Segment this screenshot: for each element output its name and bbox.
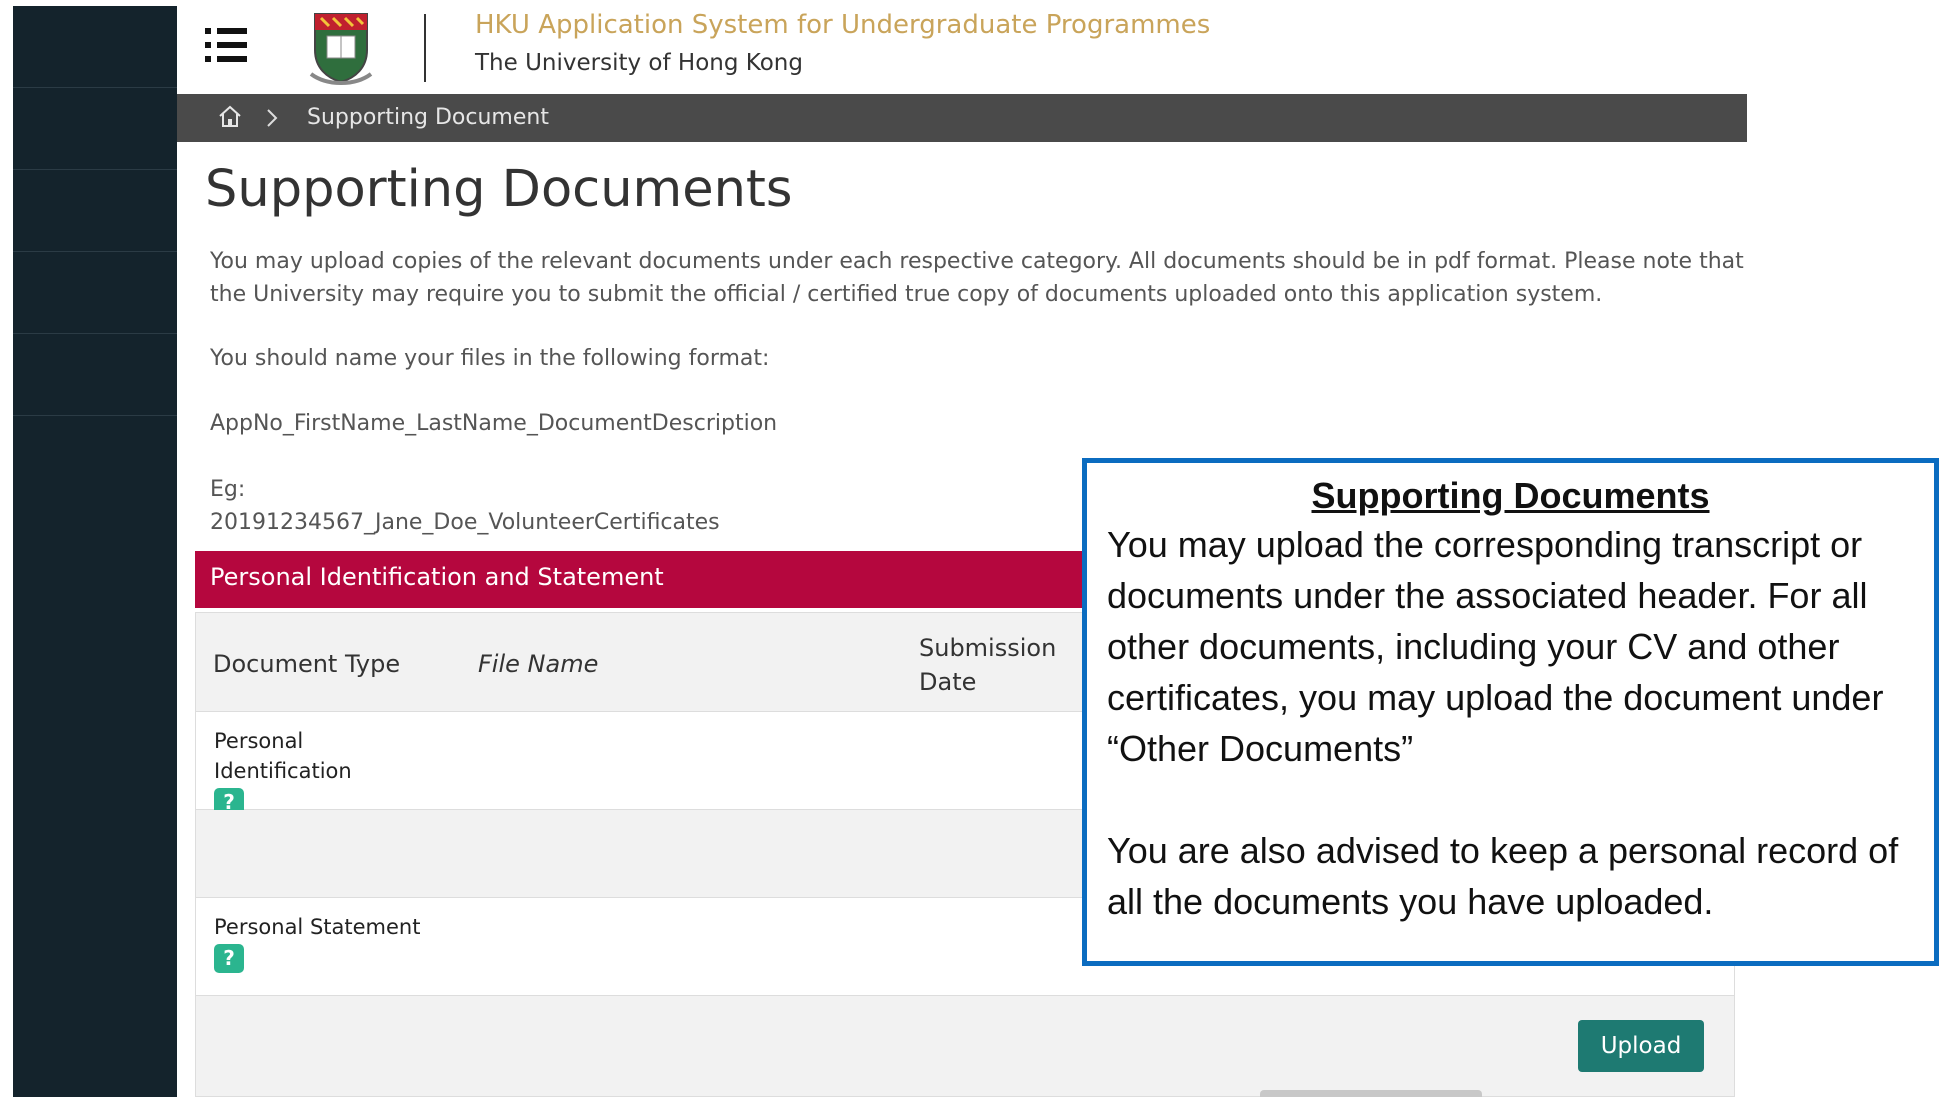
table-row: Upload bbox=[195, 996, 1735, 1097]
breadcrumb-current[interactable]: Supporting Document bbox=[307, 105, 549, 130]
partial-button[interactable] bbox=[1260, 1090, 1482, 1097]
sidebar-item-3[interactable] bbox=[13, 170, 177, 252]
callout-spacer bbox=[1107, 774, 1914, 825]
upload-button[interactable]: Upload bbox=[1578, 1020, 1704, 1072]
app-subtitle: The University of Hong Kong bbox=[475, 50, 803, 76]
document-type-label: Personal Identification ? bbox=[214, 726, 374, 817]
page-title: Supporting Documents bbox=[205, 160, 793, 219]
intro-text: You may upload copies of the relevant do… bbox=[210, 249, 1744, 307]
help-question-icon[interactable]: ? bbox=[214, 943, 244, 973]
home-icon[interactable] bbox=[217, 104, 243, 128]
document-type-label: Personal Statement ? bbox=[214, 912, 444, 973]
sidebar-item-1[interactable] bbox=[13, 6, 177, 88]
naming-instruction: You should name your files in the follow… bbox=[210, 346, 770, 371]
tutorial-callout: Supporting Documents You may upload the … bbox=[1082, 458, 1939, 966]
sidebar-item-5[interactable] bbox=[13, 334, 177, 416]
callout-paragraph-1: You may upload the corresponding transcr… bbox=[1107, 524, 1884, 769]
hku-crest-logo bbox=[309, 13, 373, 85]
naming-format: AppNo_FirstName_LastName_DocumentDescrip… bbox=[210, 411, 778, 436]
header-divider bbox=[424, 14, 426, 82]
breadcrumb: Supporting Document bbox=[177, 94, 1747, 142]
chevron-right-icon bbox=[267, 109, 278, 127]
column-document-type: Document Type bbox=[213, 650, 401, 678]
left-sidebar bbox=[13, 6, 177, 1097]
column-file-name: File Name bbox=[478, 650, 599, 678]
app-title: HKU Application System for Undergraduate… bbox=[475, 10, 1211, 40]
sidebar-item-4[interactable] bbox=[13, 252, 177, 334]
callout-title: Supporting Documents bbox=[1311, 475, 1710, 516]
callout-paragraph-2: You are also advised to keep a personal … bbox=[1107, 830, 1899, 922]
app-header: HKU Application System for Undergraduate… bbox=[177, 0, 1747, 94]
column-submission-date: Submission Date bbox=[919, 634, 1057, 696]
sidebar-item-2[interactable] bbox=[13, 88, 177, 170]
hamburger-menu-icon[interactable] bbox=[205, 28, 247, 62]
